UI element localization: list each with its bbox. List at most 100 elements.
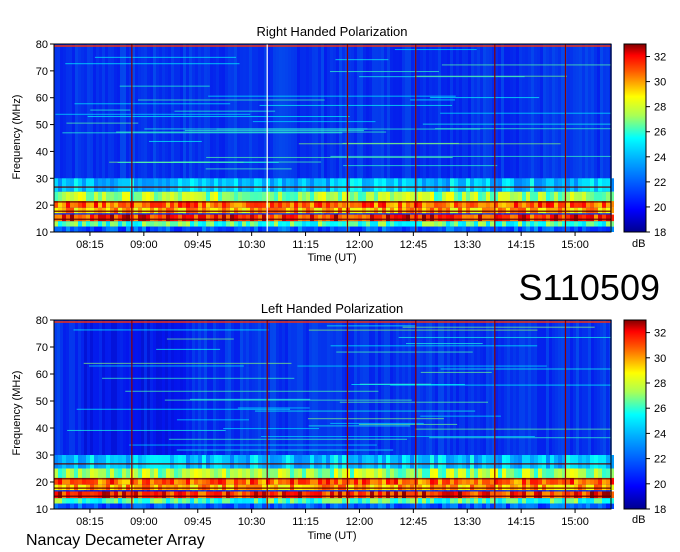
emission-band-cell bbox=[138, 498, 142, 504]
emission-band-cell bbox=[566, 191, 570, 203]
emission-band-cell bbox=[166, 178, 170, 192]
emission-band-cell bbox=[102, 226, 106, 232]
emission-band-cell bbox=[98, 214, 102, 222]
emission-band-cell bbox=[550, 498, 554, 504]
emission-band-cell bbox=[450, 191, 454, 203]
emission-band-cell bbox=[238, 221, 242, 227]
emission-band-cell bbox=[330, 226, 334, 232]
emission-band-cell bbox=[314, 498, 318, 504]
emission-band-cell bbox=[478, 214, 482, 222]
emission-band-cell bbox=[186, 214, 190, 222]
emission-band-cell bbox=[530, 221, 534, 227]
emission-band-cell bbox=[310, 468, 314, 480]
emission-band-cell bbox=[510, 221, 514, 227]
x-tick-label: 13:30 bbox=[453, 516, 481, 528]
emission-band-cell bbox=[354, 491, 358, 499]
emission-band-cell bbox=[574, 498, 578, 504]
emission-band-cell bbox=[114, 214, 118, 222]
emission-band-cell bbox=[382, 221, 386, 227]
emission-band-cell bbox=[358, 503, 362, 509]
emission-band-cell bbox=[106, 498, 110, 504]
emission-band-cell bbox=[514, 468, 518, 480]
emission-band-cell bbox=[410, 468, 414, 480]
emission-band-cell bbox=[250, 214, 254, 222]
emission-band-cell bbox=[294, 498, 298, 504]
emission-band-cell bbox=[142, 503, 146, 509]
emission-band-cell bbox=[94, 178, 98, 192]
emission-band-cell bbox=[78, 491, 82, 499]
emission-band-cell bbox=[318, 503, 322, 509]
emission-band-cell bbox=[474, 455, 478, 469]
emission-band-cell bbox=[366, 214, 370, 222]
interference-line bbox=[66, 122, 139, 124]
emission-band-cell bbox=[394, 191, 398, 203]
interference-line bbox=[441, 64, 611, 66]
emission-band-cell bbox=[246, 468, 250, 480]
emission-band-cell bbox=[386, 455, 390, 469]
emission-band-cell bbox=[138, 214, 142, 222]
emission-band-cell bbox=[218, 178, 222, 192]
emission-band-cell bbox=[86, 498, 90, 504]
emission-band-cell bbox=[226, 503, 230, 509]
emission-band-cell bbox=[458, 178, 462, 192]
emission-band-cell bbox=[306, 468, 310, 480]
emission-band-cell bbox=[330, 491, 334, 499]
x-tick-label: 08:15 bbox=[76, 239, 104, 251]
emission-band-cell bbox=[462, 498, 466, 504]
emission-band-cell bbox=[226, 221, 230, 227]
emission-band-cell bbox=[418, 214, 422, 222]
emission-band-cell bbox=[86, 491, 90, 499]
emission-band-cell bbox=[234, 191, 238, 203]
emission-band-cell bbox=[54, 491, 58, 499]
emission-band-cell bbox=[566, 468, 570, 480]
emission-band-cell bbox=[146, 226, 150, 232]
emission-band-cell bbox=[550, 468, 554, 480]
emission-band-cell bbox=[106, 221, 110, 227]
emission-band-cell bbox=[606, 455, 610, 469]
emission-band-cell bbox=[186, 178, 190, 192]
emission-band-cell bbox=[338, 498, 342, 504]
interference-line bbox=[176, 449, 394, 451]
interference-line bbox=[398, 336, 611, 338]
emission-band-cell bbox=[298, 455, 302, 469]
emission-band-cell bbox=[522, 491, 526, 499]
interference-line bbox=[67, 429, 226, 431]
emission-band-cell bbox=[426, 221, 430, 227]
emission-band-cell bbox=[190, 455, 194, 469]
emission-band-cell bbox=[570, 214, 574, 222]
emission-band-cell bbox=[454, 221, 458, 227]
emission-band-cell bbox=[386, 226, 390, 232]
emission-band-cell bbox=[398, 178, 402, 192]
emission-band-cell bbox=[422, 214, 426, 222]
emission-band-cell bbox=[166, 226, 170, 232]
emission-band-cell bbox=[150, 455, 154, 469]
emission-band-cell bbox=[138, 226, 142, 232]
emission-band-cell bbox=[558, 221, 562, 227]
emission-band-cell bbox=[554, 178, 558, 192]
emission-band-cell bbox=[454, 191, 458, 203]
emission-band-cell bbox=[442, 455, 446, 469]
emission-band-cell bbox=[334, 468, 338, 480]
x-tick-label: 12:00 bbox=[346, 239, 374, 251]
emission-band-cell bbox=[70, 491, 74, 499]
emission-band-cell bbox=[286, 226, 290, 232]
emission-band-cell bbox=[446, 491, 450, 499]
emission-band-cell bbox=[442, 503, 446, 509]
dark-stripe bbox=[54, 477, 611, 480]
emission-band-cell bbox=[74, 221, 78, 227]
interference-line bbox=[173, 161, 322, 163]
emission-band-cell bbox=[358, 491, 362, 499]
emission-band-cell bbox=[586, 178, 590, 192]
emission-band-cell bbox=[382, 178, 386, 192]
emission-band-cell bbox=[594, 455, 598, 469]
emission-band-cell bbox=[190, 178, 194, 192]
interference-line bbox=[90, 109, 131, 111]
emission-band-cell bbox=[462, 191, 466, 203]
emission-band-cell bbox=[350, 491, 354, 499]
emission-band-cell bbox=[214, 221, 218, 227]
emission-band-cell bbox=[210, 468, 214, 480]
emission-band-cell bbox=[202, 498, 206, 504]
panel-title: Left Handed Polarization bbox=[261, 301, 403, 316]
emission-band-cell bbox=[330, 498, 334, 504]
emission-band-cell bbox=[462, 214, 466, 222]
